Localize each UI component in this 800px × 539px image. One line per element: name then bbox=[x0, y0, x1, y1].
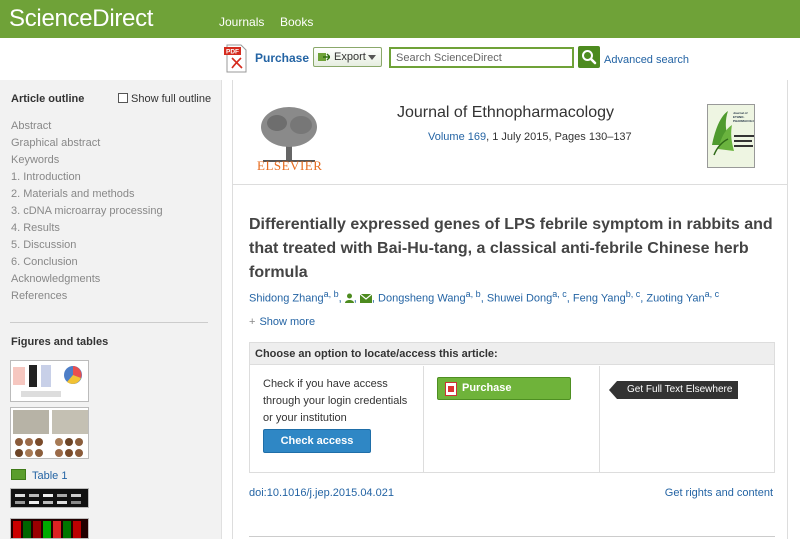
author-list: Shidong Zhanga, b, , , Dongsheng Wanga, … bbox=[249, 289, 720, 305]
author-affiliation[interactable]: a, b bbox=[466, 289, 481, 299]
chevron-down-icon bbox=[368, 55, 376, 60]
search-button[interactable] bbox=[578, 46, 600, 68]
author-affiliation[interactable]: b, c bbox=[626, 289, 641, 299]
top-nav-bar: ScienceDirect Journals Books bbox=[0, 0, 800, 38]
access-description: Check if you have access through your lo… bbox=[263, 378, 408, 424]
nav-journals-link[interactable]: Journals bbox=[219, 15, 264, 29]
outline-item-graphical-abstract[interactable]: Graphical abstract bbox=[11, 135, 163, 152]
show-more-label: Show more bbox=[259, 316, 316, 328]
figure-thumbnail-2[interactable] bbox=[10, 407, 89, 459]
outline-item-acknowledgments[interactable]: Acknowledgments bbox=[11, 271, 163, 288]
pdf-icon[interactable]: PDF bbox=[224, 44, 249, 73]
journal-header: ELSEVIER Journal of Ethnopharmacology Vo… bbox=[233, 80, 787, 185]
svg-text:PDF: PDF bbox=[226, 49, 239, 56]
article-panel: ELSEVIER Journal of Ethnopharmacology Vo… bbox=[232, 80, 788, 539]
cover-title: Journal of ETHNO-PHARMACOLOGY bbox=[733, 111, 755, 123]
outline-item-keywords[interactable]: Keywords bbox=[11, 152, 163, 169]
rights-and-content-link[interactable]: Get rights and content bbox=[665, 487, 773, 499]
outline-item-cdna-microarray[interactable]: 3. cDNA microarray processing bbox=[11, 203, 163, 220]
figure-4-image bbox=[11, 519, 88, 538]
outline-item-materials-methods[interactable]: 2. Materials and methods bbox=[11, 186, 163, 203]
plus-icon: + bbox=[249, 316, 256, 328]
article-outline-list: Abstract Graphical abstract Keywords 1. … bbox=[11, 118, 163, 305]
article-title: Differentially expressed genes of LPS fe… bbox=[249, 216, 773, 281]
figure-thumbnail-4[interactable] bbox=[10, 518, 89, 539]
volume-link[interactable]: Volume 169 bbox=[428, 131, 486, 143]
access-options-heading: Choose an option to locate/access this a… bbox=[250, 343, 774, 365]
search-icon bbox=[582, 50, 597, 65]
outline-item-abstract[interactable]: Abstract bbox=[11, 118, 163, 135]
show-more-link[interactable]: + Show more bbox=[249, 316, 315, 328]
figure-3-image bbox=[15, 494, 81, 504]
export-label: Export bbox=[334, 51, 366, 63]
table-1-label: Table 1 bbox=[32, 470, 68, 482]
issue-info: Volume 169, 1 July 2015, Pages 130–137 bbox=[428, 131, 632, 143]
author-link[interactable]: Shidong Zhang bbox=[249, 293, 324, 305]
get-full-text-elsewhere-button[interactable]: Get Full Text Elsewhere bbox=[608, 381, 739, 399]
journal-cover-image[interactable]: Journal of ETHNO-PHARMACOLOGY bbox=[707, 104, 755, 168]
journal-title[interactable]: Journal of Ethnopharmacology bbox=[397, 104, 614, 122]
issue-details: , 1 July 2015, Pages 130–137 bbox=[486, 131, 632, 143]
outline-item-conclusion[interactable]: 6. Conclusion bbox=[11, 254, 163, 271]
show-full-outline-label: Show full outline bbox=[131, 93, 212, 105]
outline-item-references[interactable]: References bbox=[11, 288, 163, 305]
sidebar-divider bbox=[10, 322, 208, 323]
purchase-button[interactable]: Purchase bbox=[437, 377, 571, 400]
checkbox-icon[interactable] bbox=[118, 93, 128, 103]
option-divider bbox=[423, 366, 424, 472]
elsevier-wordmark: ELSEVIER bbox=[257, 158, 323, 173]
pdf-icon bbox=[445, 382, 457, 396]
sciencedirect-logo[interactable]: ScienceDirect bbox=[9, 5, 153, 33]
section-divider bbox=[249, 536, 775, 537]
table-icon bbox=[11, 469, 26, 480]
author-affiliation[interactable]: a, c bbox=[552, 289, 567, 299]
purchase-pdf-link[interactable]: Purchase bbox=[255, 51, 309, 65]
figure-1-image bbox=[13, 365, 82, 397]
show-full-outline-checkbox[interactable]: Show full outline bbox=[118, 93, 211, 105]
export-button[interactable]: Export bbox=[313, 47, 382, 67]
author-link[interactable]: Feng Yang bbox=[573, 293, 626, 305]
sidebar: Article outline Show full outline Abstra… bbox=[0, 80, 222, 539]
access-options-box: Choose an option to locate/access this a… bbox=[249, 342, 775, 473]
outline-item-introduction[interactable]: 1. Introduction bbox=[11, 169, 163, 186]
search-input[interactable] bbox=[389, 47, 574, 68]
advanced-search-link[interactable]: Advanced search bbox=[604, 54, 689, 66]
purchase-button-label: Purchase bbox=[462, 382, 512, 394]
author-link[interactable]: Shuwei Dong bbox=[487, 293, 552, 305]
check-access-button[interactable]: Check access bbox=[263, 429, 371, 453]
option-divider bbox=[599, 366, 600, 472]
author-affiliation[interactable]: a, b bbox=[324, 289, 339, 299]
author-affiliation[interactable]: a, c bbox=[705, 289, 720, 299]
person-icon[interactable] bbox=[344, 293, 354, 303]
table-1-link[interactable]: Table 1 bbox=[11, 469, 67, 482]
figure-2-image bbox=[13, 410, 88, 457]
author-link[interactable]: Dongsheng Wang bbox=[378, 293, 466, 305]
email-icon[interactable] bbox=[359, 293, 373, 303]
figures-tables-heading: Figures and tables bbox=[11, 336, 109, 348]
article-outline-heading: Article outline bbox=[11, 93, 85, 105]
figure-thumbnail-1[interactable] bbox=[10, 360, 89, 402]
outline-item-results[interactable]: 4. Results bbox=[11, 220, 163, 237]
author-link[interactable]: Zuoting Yan bbox=[646, 293, 704, 305]
export-icon bbox=[318, 53, 330, 61]
outline-item-discussion[interactable]: 5. Discussion bbox=[11, 237, 163, 254]
nav-books-link[interactable]: Books bbox=[280, 15, 313, 29]
doi-link[interactable]: doi:10.1016/j.jep.2015.04.021 bbox=[249, 487, 394, 499]
figure-thumbnail-3[interactable] bbox=[10, 488, 89, 508]
